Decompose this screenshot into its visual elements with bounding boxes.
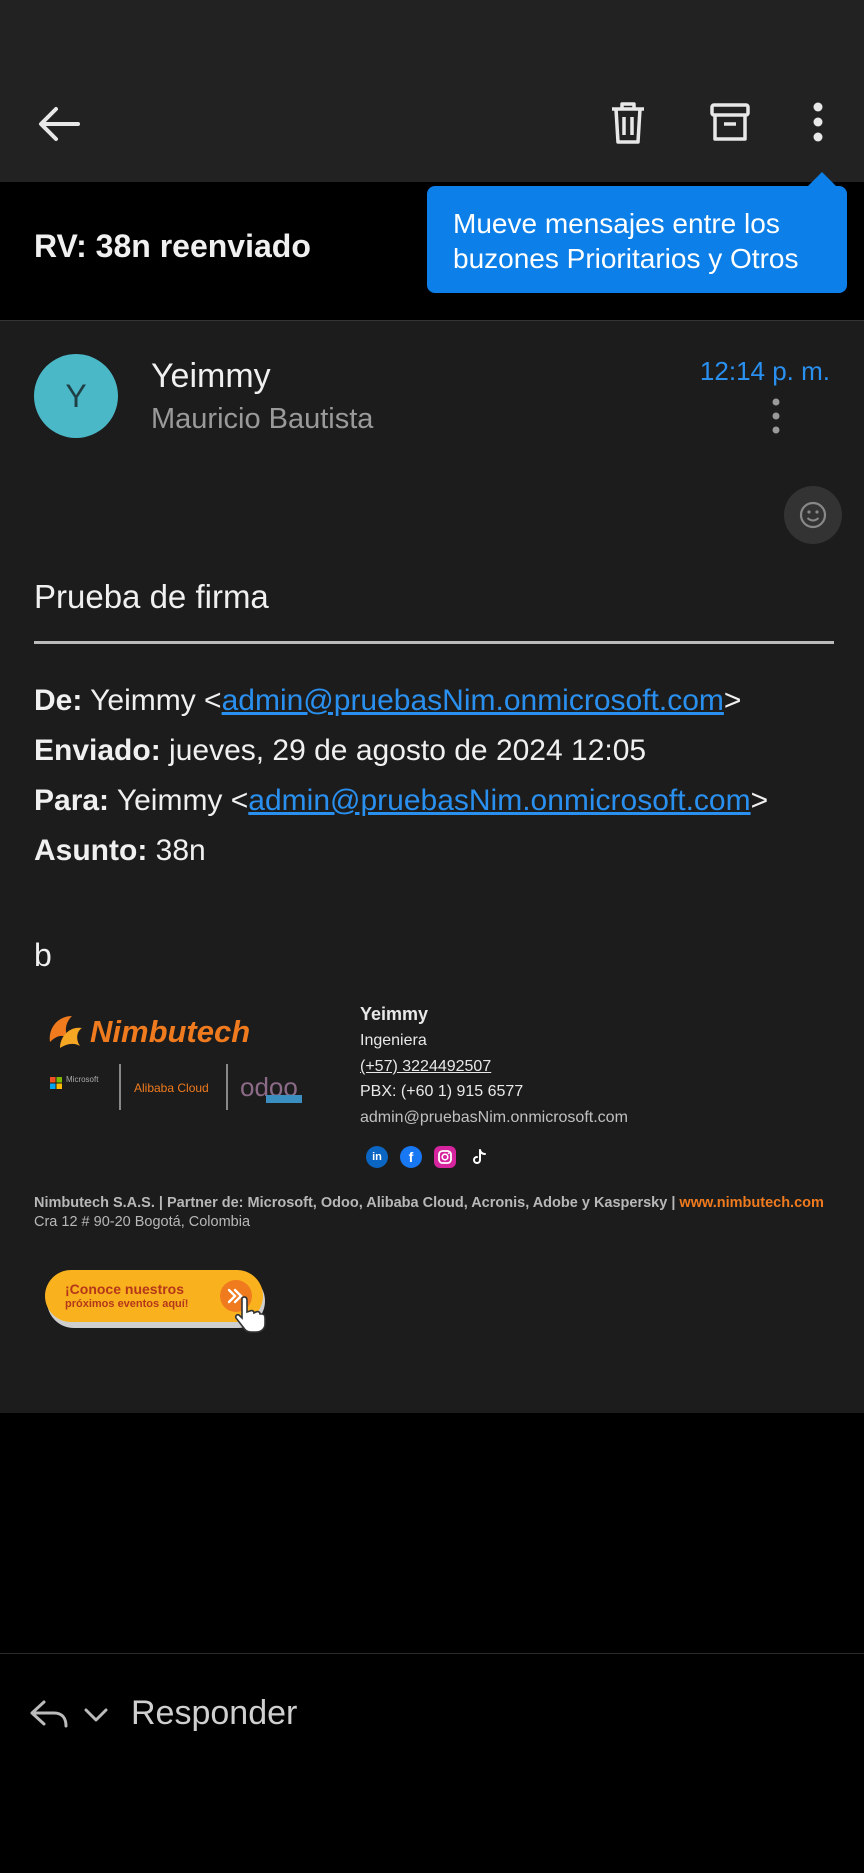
back-arrow-icon[interactable] [30,95,88,153]
events-banner-line1: ¡Conoce nuestros [65,1281,185,1297]
more-vert-icon[interactable] [798,95,854,151]
sent-label: Enviado: [34,734,161,767]
top-app-bar [0,0,864,182]
events-banner-text[interactable]: ¡Conoce nuestros próximos eventos aquí! [65,1282,188,1312]
message-time: 12:14 p. m. [699,356,830,386]
to-email-link[interactable]: admin@pruebasNim.onmicrosoft.com [248,784,750,817]
signature-email: admin@pruebasNim.onmicrosoft.com [360,1109,628,1126]
tooltip-focused-inbox[interactable]: Mueve mensajes entre los buzones Priorit… [427,186,847,293]
signature-name: Yeimmy [360,1004,429,1024]
from-close: > [723,684,742,717]
hand-cursor-icon [232,1294,270,1334]
recipient-name: Mauricio Bautista [151,403,374,435]
reply-bar [0,1653,864,1873]
instagram-icon[interactable] [434,1146,456,1168]
signature-footer-address: Cra 12 # 90-20 Bogotá, Colombia [34,1214,251,1230]
avatar[interactable]: Y [34,354,118,438]
signature-role: Ingeniera [360,1032,427,1049]
reaction-icon[interactable] [784,486,842,544]
microsoft-logo-icon [50,1076,62,1089]
chevron-down-icon[interactable] [80,1700,112,1730]
reply-icon[interactable] [26,1694,72,1734]
sent-value: jueves, 29 de agosto de 2024 12:05 [169,734,647,767]
to-close: > [750,784,769,817]
sender-name[interactable]: Yeimmy [151,357,271,396]
sent-line: Enviado: jueves, 29 de agosto de 2024 12… [34,734,646,768]
subject-label: Asunto: [34,834,148,867]
facebook-icon[interactable]: f [400,1146,422,1168]
logo-divider [226,1064,228,1110]
subject-line: Asunto: 38n [34,834,206,868]
footer-website-link[interactable]: www.nimbutech.com [679,1195,823,1211]
conversation-subject: RV: 38n reenviado [34,228,311,264]
signature-footer-company: Nimbutech S.A.S. | Partner de: Microsoft… [34,1195,824,1211]
signature-pbx: PBX: (+60 1) 915 6577 [360,1083,524,1100]
nimbutech-logo-icon [46,1008,86,1054]
logo-divider [119,1064,121,1110]
footer-company-text: Nimbutech S.A.S. | Partner de: Microsoft… [34,1195,680,1211]
archive-icon[interactable] [702,95,758,151]
message-more-icon[interactable] [764,396,788,436]
linkedin-icon[interactable]: in [366,1146,388,1168]
from-name: Yeimmy < [90,684,222,717]
separator-line [34,641,834,644]
divider [0,320,864,321]
body-text: b [34,937,52,973]
microsoft-partner-text: Microsoft [66,1075,99,1084]
events-banner-line2: próximos eventos aquí! [65,1298,189,1310]
body-title: Prueba de firma [34,578,269,615]
from-label: De: [34,684,83,717]
from-email-link[interactable]: admin@pruebasNim.onmicrosoft.com [222,684,724,717]
to-name: Yeimmy < [116,784,249,817]
alibaba-cloud-logo: Alibaba Cloud [134,1081,209,1095]
tiktok-icon[interactable] [468,1146,490,1168]
to-line: Para: Yeimmy <admin@pruebasNim.onmicroso… [34,784,768,818]
odoo-badge [266,1095,302,1103]
trash-icon[interactable] [600,95,656,151]
nimbutech-logo-text: Nimbutech [90,1014,251,1049]
from-line: De: Yeimmy <admin@pruebasNim.onmicrosoft… [34,684,741,718]
signature-phone-link[interactable]: (+57) 3224492507 [360,1058,491,1076]
to-label: Para: [34,784,110,817]
subject-value: 38n [155,834,206,867]
reply-button[interactable]: Responder [131,1694,297,1733]
